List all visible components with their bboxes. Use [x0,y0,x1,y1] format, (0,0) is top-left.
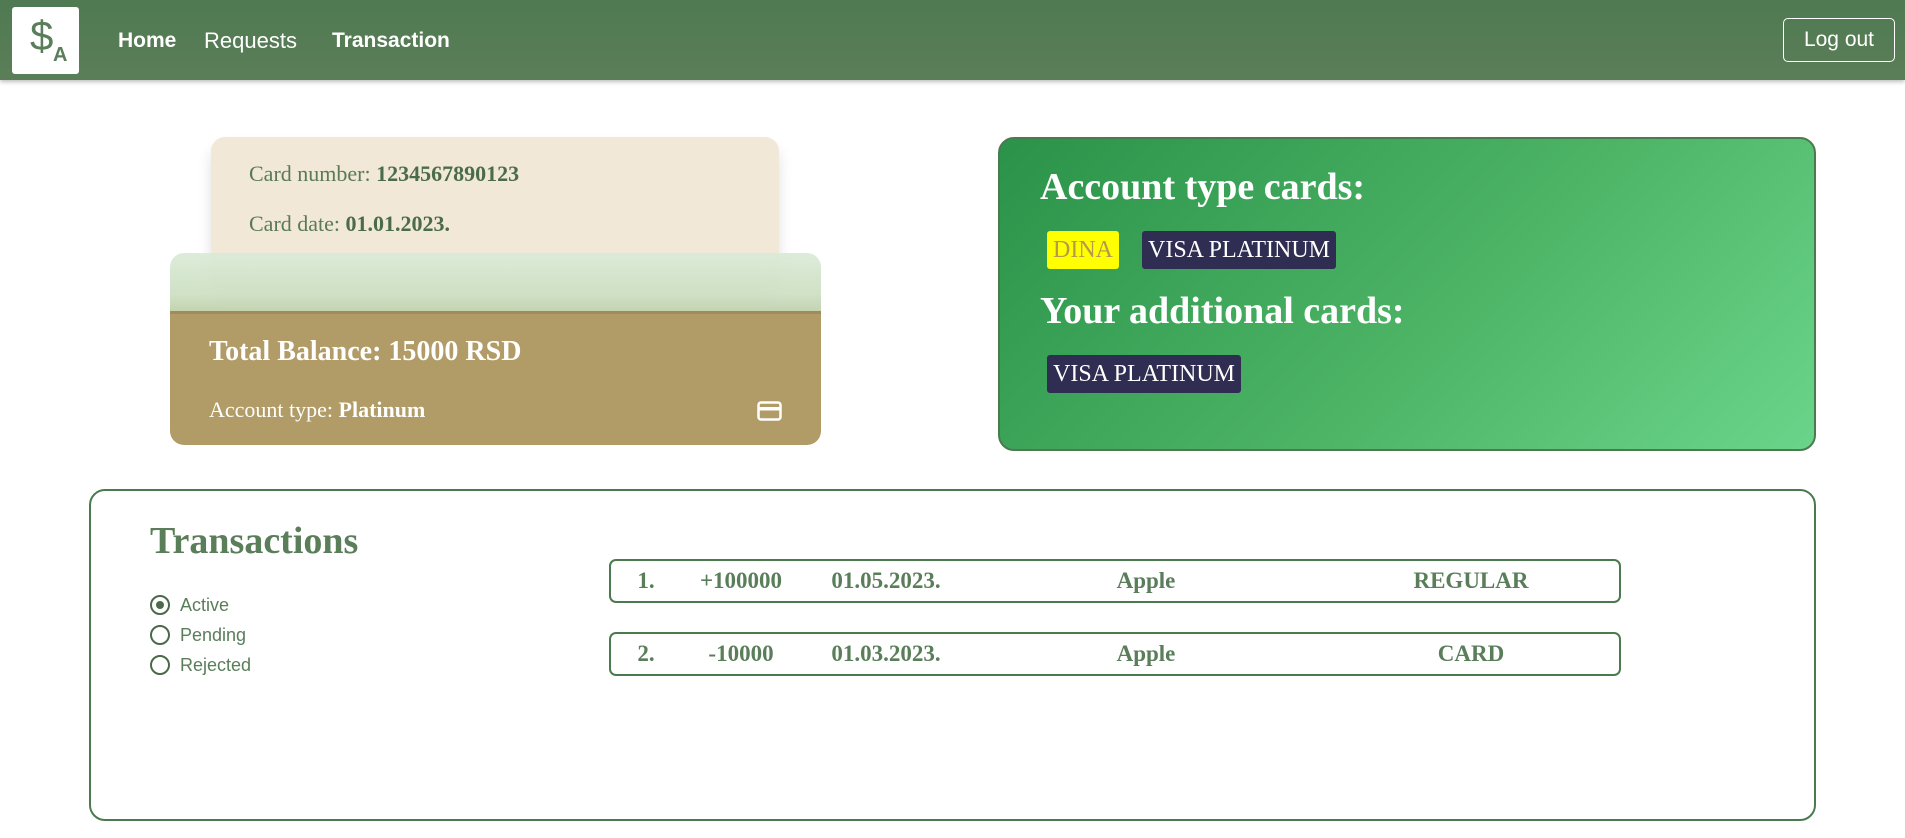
card-date-label: Card date: [249,211,341,236]
credit-card-icon [757,401,782,421]
app-logo[interactable]: $ A [12,7,79,74]
card-date-value: 01.01.2023. [345,211,451,236]
account-type-label: Account type: [209,397,334,422]
top-navbar: $ A Home Requests Transaction Log out [0,0,1905,80]
tx-merchant: Apple [1116,641,1176,666]
tx-type: REGULAR [1413,568,1529,593]
logo-dollar-glyph: $ [30,12,54,59]
tx-date: 01.05.2023. [831,568,941,593]
filter-pending[interactable]: Pending [150,622,246,648]
tx-amount: -10000 [708,641,774,666]
radio-active[interactable] [150,595,170,615]
card-fade-overlay [170,253,821,311]
account-type-line: Account type: Platinum [209,397,425,423]
filter-pending-label: Pending [180,624,247,645]
filter-active[interactable]: Active [150,592,229,618]
tx-date: 01.03.2023. [831,641,941,666]
logout-button[interactable]: Log out [1783,18,1895,62]
nav-transaction-link[interactable]: Transaction [332,28,450,54]
filter-rejected-label: Rejected [180,654,252,675]
account-type-value: Platinum [338,397,426,422]
total-balance: Total Balance: 15000 RSD [209,336,522,367]
additional-cards-title: Your additional cards: [1040,290,1405,332]
badge-dina: DINA [1047,231,1119,269]
card-number-label: Card number: [249,161,371,186]
transactions-title: Transactions [150,520,359,562]
card-date-line: Card date: 01.01.2023. [249,211,450,237]
tx-merchant: Apple [1116,568,1176,593]
account-type-cards-title: Account type cards: [1040,166,1366,208]
transactions-panel: Transactions Active Pending Rejected 1. … [89,489,1816,821]
filter-active-label: Active [180,594,230,615]
radio-pending[interactable] [150,625,170,645]
radio-rejected[interactable] [150,655,170,675]
nav-home-link[interactable]: Home [118,28,176,54]
balance-card[interactable]: Total Balance: 15000 RSD Account type: P… [170,253,821,445]
balance-card-body: Total Balance: 15000 RSD Account type: P… [170,311,821,445]
card-number-value: 1234567890123 [376,161,520,186]
badge-additional-visa-platinum: VISA PLATINUM [1047,355,1242,393]
transaction-row[interactable]: 1. +100000 01.05.2023. Apple REGULAR [609,559,1621,603]
badge-visa-platinum: VISA PLATINUM [1142,231,1337,269]
logo-a-glyph: A [53,44,68,66]
card-number-line: Card number: 1234567890123 [249,161,519,187]
nav-requests-link[interactable]: Requests [204,28,297,54]
account-cards-panel: Account type cards: DINA VISA PLATINUM Y… [998,137,1816,451]
tx-type: CARD [1437,641,1505,666]
transaction-row[interactable]: 2. -10000 01.03.2023. Apple CARD [609,632,1621,676]
tx-amount: +100000 [699,568,783,593]
filter-rejected[interactable]: Rejected [150,652,251,678]
tx-index: 1. [637,568,655,593]
tx-index: 2. [637,641,655,666]
